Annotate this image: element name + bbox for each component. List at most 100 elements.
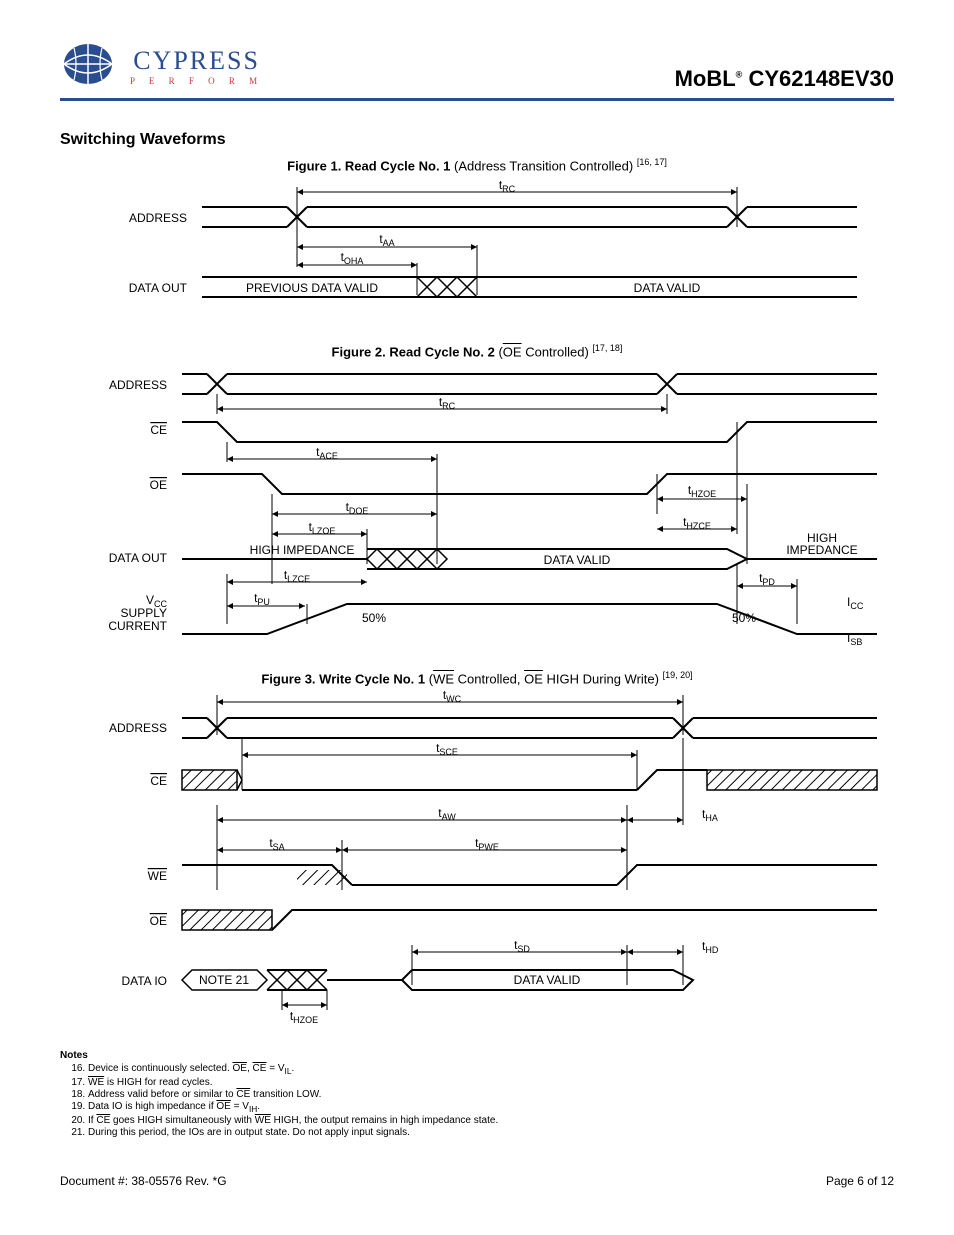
- fig2-tdoe-sub: DOE: [349, 506, 369, 516]
- fig3-tsd-sub: SD: [517, 944, 530, 954]
- figure-3-caption: Figure 3. Write Cycle No. 1 (WE Controll…: [60, 670, 894, 686]
- fig2-icc-sub: CC: [850, 601, 863, 611]
- fig1-taa-sub: AA: [383, 238, 395, 248]
- fig2-refs: [17, 18]: [592, 343, 622, 353]
- fig3-we-label: WE: [148, 869, 167, 883]
- fig1-prev-valid: PREVIOUS DATA VALID: [246, 281, 378, 295]
- fig2-tpu-sub: PU: [257, 597, 270, 607]
- fig2-paren-open: (: [495, 345, 503, 360]
- part-number: CY62148EV30: [748, 66, 894, 91]
- svg-text:tWC: tWC: [443, 690, 462, 704]
- figure-2-caption: Figure 2. Read Cycle No. 2 (OE Controlle…: [60, 343, 894, 359]
- fig2-oe-bar: OE: [503, 345, 522, 360]
- fig2-50a: 50%: [362, 611, 386, 625]
- svg-text:tSA: tSA: [269, 836, 284, 852]
- fig3-tha-sub: HA: [705, 813, 718, 823]
- fig2-title: Read Cycle No. 2: [389, 345, 495, 360]
- fig1-refs: [16, 17]: [637, 157, 667, 167]
- svg-text:tPWE: tPWE: [475, 836, 499, 852]
- fig2-tlzce-sub: LZCE: [287, 574, 310, 584]
- note-item: If CE goes HIGH simultaneously with WE H…: [88, 1115, 894, 1126]
- fig2-hiimp2b: IMPEDANCE: [786, 543, 857, 557]
- svg-text:tHZOE: tHZOE: [290, 1009, 318, 1025]
- fig2-supply: SUPPLY: [121, 606, 167, 620]
- figure-2-diagram: ADDRESS tRC CE tACE OE tDOE tHZOE tLZOE …: [67, 364, 887, 654]
- svg-text:tHD: tHD: [702, 939, 719, 955]
- fig3-tpwe-sub: PWE: [478, 842, 499, 852]
- svg-text:tHZOE: tHZOE: [688, 483, 716, 499]
- fig1-title: Read Cycle No. 1: [345, 158, 451, 173]
- note-item: Device is continuously selected. OE, CE …: [88, 1063, 894, 1076]
- fig3-twc-sub: WC: [446, 694, 461, 704]
- fig2-addr-label: ADDRESS: [109, 378, 167, 392]
- cypress-globe-icon: [60, 40, 130, 92]
- logo-name: CYPRESS: [133, 46, 260, 76]
- fig2-dout-label: DATA OUT: [109, 551, 168, 565]
- svg-text:tAW: tAW: [438, 806, 456, 822]
- fig3-oe-label: OE: [150, 914, 167, 928]
- fig2-oe-label: OE: [150, 478, 167, 492]
- page-number: Page 6 of 12: [826, 1174, 894, 1188]
- fig3-taw-sub: AW: [442, 812, 457, 822]
- fig3-tsce-sub: SCE: [439, 747, 458, 757]
- svg-text:tRC: tRC: [499, 178, 516, 194]
- fig3-note21: NOTE 21: [199, 973, 249, 987]
- fig2-thzoe-sub: HZOE: [691, 489, 716, 499]
- fig3-pa: (: [425, 671, 433, 686]
- svg-text:tSD: tSD: [514, 938, 530, 954]
- fig1-address-label: ADDRESS: [129, 211, 187, 225]
- logo-tagline: P E R F O R M: [130, 76, 263, 86]
- figure-1-diagram: ADDRESS tRC tAA tOHA DATA OUT PREVIOUS D…: [87, 177, 867, 327]
- fig3-tsa-sub: SA: [273, 842, 285, 852]
- fig3-thd-sub: HD: [705, 945, 718, 955]
- svg-text:tAA: tAA: [379, 232, 394, 248]
- section-heading: Switching Waveforms: [60, 131, 894, 149]
- fig2-tace-sub: ACE: [319, 451, 338, 461]
- part-number-title: MoBL® CY62148EV30: [675, 66, 894, 92]
- fig2-desc: Controlled): [522, 345, 593, 360]
- fig2-prefix: Figure 2.: [332, 345, 390, 360]
- svg-text:ICC: ICC: [847, 595, 864, 611]
- svg-text:tLZOE: tLZOE: [309, 520, 336, 536]
- logo: CYPRESS P E R F O R M: [60, 40, 263, 92]
- page-footer: Document #: 38-05576 Rev. *G Page 6 of 1…: [60, 1174, 894, 1188]
- svg-text:tSCE: tSCE: [436, 741, 458, 757]
- figure-1-caption: Figure 1. Read Cycle No. 1 (Address Tran…: [60, 157, 894, 173]
- fig1-trc-sub: RC: [502, 184, 515, 194]
- note-item: Address valid before or similar to CE tr…: [88, 1089, 894, 1100]
- svg-text:tPU: tPU: [254, 591, 270, 607]
- svg-text:tRC: tRC: [439, 395, 456, 411]
- fig3-oe-bar: OE: [524, 671, 543, 686]
- svg-text:tOHA: tOHA: [341, 250, 364, 266]
- fig1-data-valid: DATA VALID: [634, 281, 701, 295]
- fig3-thzoe-sub: HZOE: [293, 1015, 318, 1025]
- fig1-toha-sub: OHA: [344, 256, 364, 266]
- fig3-end: HIGH During Write): [543, 671, 663, 686]
- fig1-desc: (Address Transition Controlled): [450, 158, 636, 173]
- fig2-data-valid: DATA VALID: [544, 553, 611, 567]
- fig3-addr-label: ADDRESS: [109, 721, 167, 735]
- page-header: CYPRESS P E R F O R M MoBL® CY62148EV30: [60, 40, 894, 101]
- fig2-tlzoe-sub: LZOE: [312, 526, 336, 536]
- svg-text:tACE: tACE: [316, 445, 338, 461]
- fig3-mid: Controlled,: [454, 671, 524, 686]
- fig2-trc-sub: RC: [442, 401, 455, 411]
- part-prefix: MoBL: [675, 66, 736, 91]
- figure-3-diagram: tWC ADDRESS tSCE CE tAW tHA tSA tPWE WE …: [67, 690, 887, 1030]
- fig1-dataout-label: DATA OUT: [129, 281, 188, 295]
- note-item: Data IO is high impedance if OE = VIH.: [88, 1101, 894, 1114]
- fig1-prefix: Figure 1.: [287, 158, 345, 173]
- svg-text:tPD: tPD: [759, 571, 775, 587]
- fig3-title: Write Cycle No. 1: [319, 671, 425, 686]
- fig2-ce-label: CE: [150, 423, 167, 437]
- fig2-hiimp1: HIGH IMPEDANCE: [250, 543, 355, 557]
- fig2-isb-sub: SB: [850, 637, 862, 647]
- fig3-ce-label: CE: [150, 774, 167, 788]
- fig2-50b: 50%: [732, 611, 756, 625]
- fig3-data-valid: DATA VALID: [514, 973, 581, 987]
- doc-number: Document #: 38-05576 Rev. *G: [60, 1174, 227, 1188]
- fig2-current: CURRENT: [108, 619, 167, 633]
- svg-text:tHA: tHA: [702, 807, 718, 823]
- svg-text:tDOE: tDOE: [346, 500, 369, 516]
- fig2-thzce-sub: HZCE: [686, 521, 711, 531]
